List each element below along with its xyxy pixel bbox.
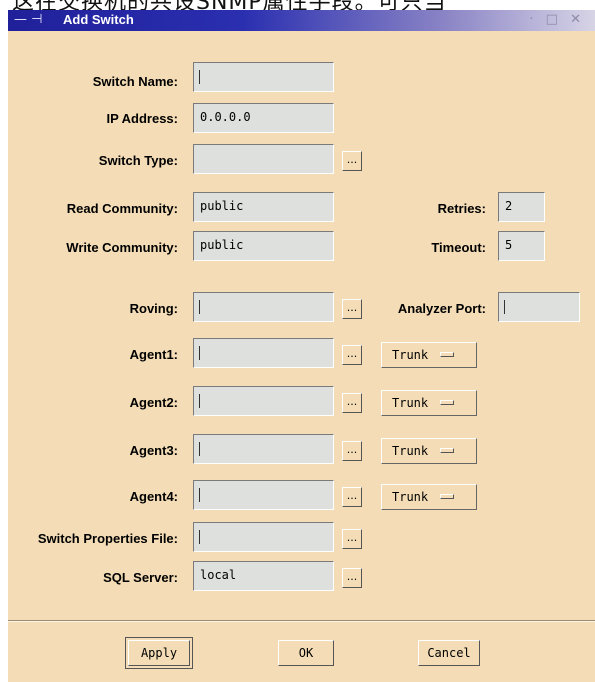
read-community-field[interactable]: public (193, 192, 334, 222)
agent4-field[interactable] (193, 480, 334, 510)
write-community-label: Write Community: (66, 240, 178, 255)
option-menu-indicator-icon (440, 352, 454, 357)
agent1-mode-select[interactable]: Trunk (381, 342, 477, 368)
agent3-label: Agent3: (129, 443, 178, 458)
ip-address-field[interactable]: 0.0.0.0 (193, 103, 334, 133)
window-controls-icons[interactable]: · □ ✕ (529, 12, 585, 27)
cancel-button[interactable]: Cancel (418, 640, 480, 666)
button-separator (8, 620, 595, 622)
agent4-mode-select[interactable]: Trunk (381, 484, 477, 510)
retries-label: Retries: (437, 201, 486, 216)
sql-server-browse-button[interactable]: ... (342, 568, 362, 588)
switch-name-label: Switch Name: (92, 74, 178, 89)
agent2-field[interactable] (193, 386, 334, 416)
agent4-label: Agent4: (129, 489, 178, 504)
agent4-browse-button[interactable]: ... (342, 487, 362, 507)
option-menu-indicator-icon (440, 494, 454, 499)
window-title: Add Switch (63, 12, 134, 27)
sql-server-label: SQL Server: (103, 570, 178, 585)
switch-properties-file-label: Switch Properties File: (37, 531, 178, 546)
switch-name-field[interactable] (193, 62, 334, 92)
switch-properties-file-field[interactable] (193, 522, 334, 552)
switch-type-field[interactable] (193, 144, 334, 174)
retries-field[interactable]: 2 (498, 192, 545, 222)
agent2-label: Agent2: (129, 395, 178, 410)
option-menu-indicator-icon (440, 448, 454, 453)
roving-browse-button[interactable]: ... (342, 299, 362, 319)
background-window-text: 这在交换机的共设SNMP属性手段。可只当 (0, 0, 595, 10)
dialog-body: Switch Name: IP Address: 0.0.0.0 Switch … (8, 31, 595, 682)
switch-type-browse-button[interactable]: ... (342, 151, 362, 171)
switch-properties-file-browse-button[interactable]: ... (342, 529, 362, 549)
option-menu-indicator-icon (440, 400, 454, 405)
roving-field[interactable] (193, 292, 334, 322)
analyzer-port-label: Analyzer Port: (397, 301, 486, 316)
switch-type-label: Switch Type: (98, 153, 178, 168)
read-community-label: Read Community: (66, 201, 178, 216)
ip-address-label: IP Address: (106, 111, 178, 126)
timeout-field[interactable]: 5 (498, 231, 545, 261)
roving-label: Roving: (129, 301, 178, 316)
window-menu-pin-icon[interactable]: — ⊣ (14, 12, 42, 27)
sql-server-field[interactable]: local (193, 561, 334, 591)
agent3-mode-select[interactable]: Trunk (381, 438, 477, 464)
window-title-bar[interactable]: — ⊣ Add Switch · □ ✕ (8, 10, 595, 31)
write-community-field[interactable]: public (193, 231, 334, 261)
timeout-label: Timeout: (431, 240, 486, 255)
apply-button[interactable]: Apply (125, 637, 193, 669)
analyzer-port-field[interactable] (498, 292, 580, 322)
agent1-field[interactable] (193, 338, 334, 368)
agent1-label: Agent1: (129, 347, 178, 362)
agent2-mode-select[interactable]: Trunk (381, 390, 477, 416)
agent2-browse-button[interactable]: ... (342, 393, 362, 413)
agent3-field[interactable] (193, 434, 334, 464)
ok-button[interactable]: OK (278, 640, 334, 666)
agent3-browse-button[interactable]: ... (342, 441, 362, 461)
agent1-browse-button[interactable]: ... (342, 345, 362, 365)
